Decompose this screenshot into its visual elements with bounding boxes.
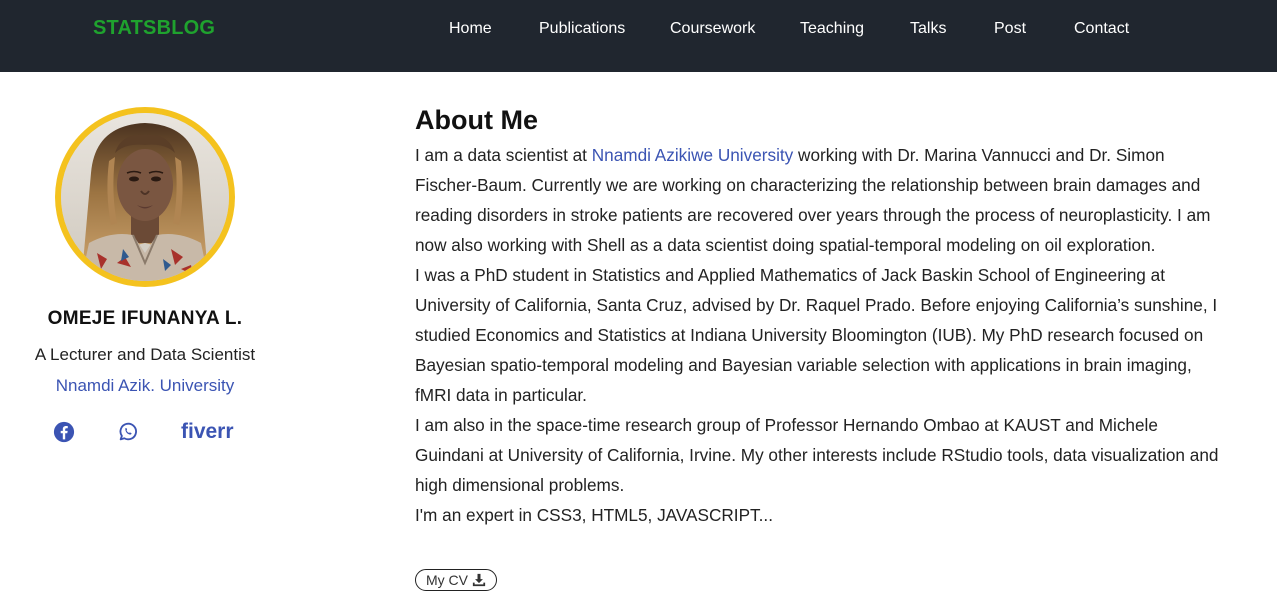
facebook-icon	[53, 421, 75, 443]
nav-contact[interactable]: Contact	[1074, 20, 1129, 38]
author-name: OMEJE IFUNANYA L.	[47, 308, 243, 329]
paragraph-1-start: I am a data scientist at	[415, 145, 592, 165]
author-bio: A Lecturer and Data Scientist	[34, 345, 256, 364]
download-icon	[472, 573, 486, 587]
cv-button-label: My CV	[426, 572, 468, 588]
social-links: fiverr	[0, 419, 290, 445]
nav-talks[interactable]: Talks	[910, 20, 946, 38]
download-cv-button[interactable]: My CV	[415, 569, 497, 591]
whatsapp-link[interactable]	[117, 421, 139, 448]
author-sidebar: OMEJE IFUNANYA L. A Lecturer and Data Sc…	[0, 72, 290, 614]
top-navbar: STATSBLOG Home Publications Coursework T…	[0, 0, 1277, 72]
paragraph-4: I'm an expert in CSS3, HTML5, JAVASCRIPT…	[415, 505, 773, 525]
page-title: About Me	[415, 105, 538, 135]
nav-publications[interactable]: Publications	[539, 20, 625, 38]
author-avatar	[61, 113, 229, 281]
site-brand-link[interactable]: STATSBLOG	[93, 17, 215, 40]
paragraph-3: I am also in the space-time research gro…	[415, 415, 1219, 495]
author-organization-link[interactable]: Nnamdi Azik. University	[0, 376, 290, 396]
nav-home[interactable]: Home	[449, 20, 492, 38]
avatar-photo	[61, 113, 229, 281]
whatsapp-icon	[119, 422, 137, 441]
nav-teaching[interactable]: Teaching	[800, 20, 864, 38]
nav-post[interactable]: Post	[994, 20, 1026, 38]
avatar-frame	[55, 107, 235, 287]
paragraph-2: I was a PhD student in Statistics and Ap…	[415, 265, 1218, 405]
fiverr-link[interactable]: fiverr	[181, 419, 234, 445]
university-link[interactable]: Nnamdi Azikiwe University	[592, 145, 794, 165]
facebook-link[interactable]	[53, 421, 75, 448]
nav-coursework[interactable]: Coursework	[670, 20, 755, 38]
about-text: I am a data scientist at Nnamdi Azikiwe …	[415, 140, 1230, 530]
paragraph-1: I am a data scientist at Nnamdi Azikiwe …	[415, 140, 1230, 260]
